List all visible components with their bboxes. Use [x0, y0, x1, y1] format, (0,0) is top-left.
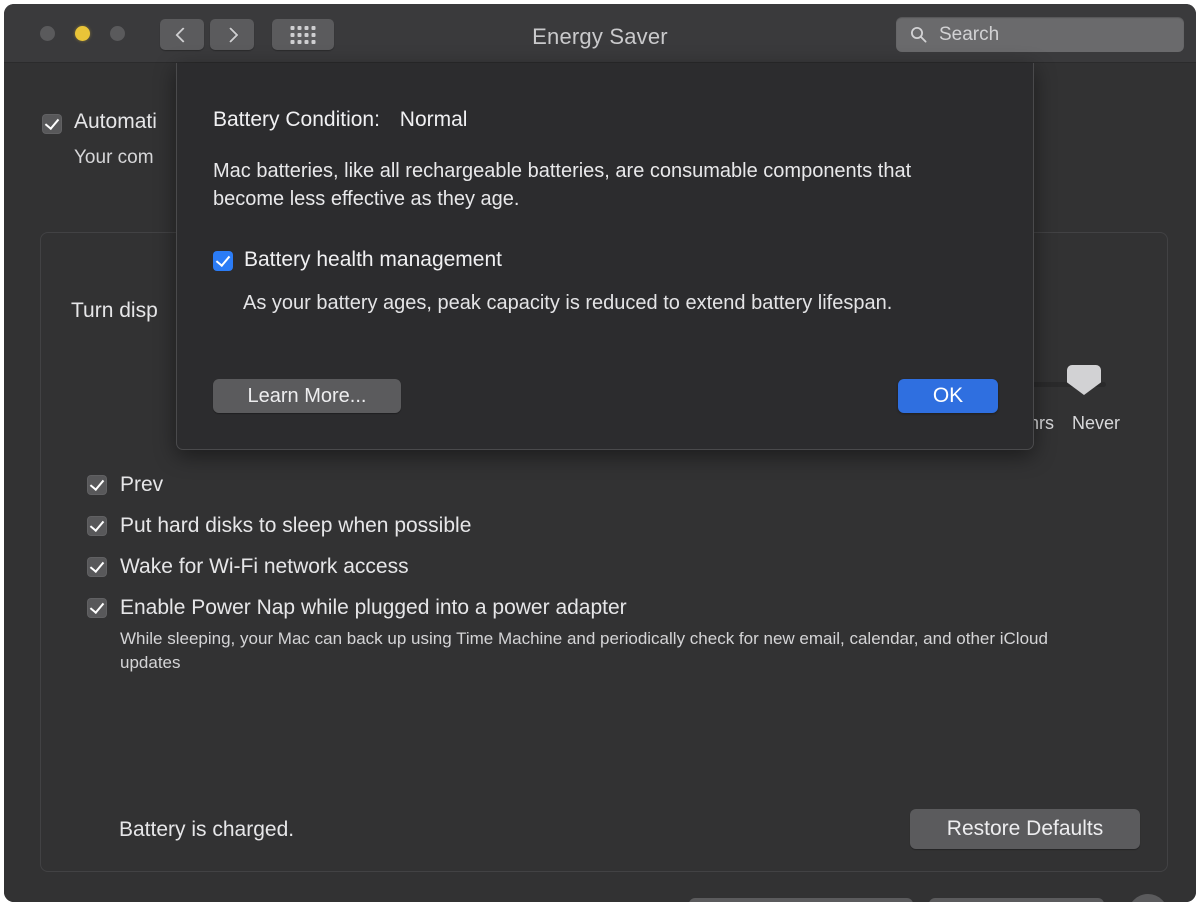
battery-status-text: Battery is charged. — [119, 818, 294, 842]
ok-button[interactable]: OK — [898, 379, 998, 413]
option-label: Enable Power Nap while plugged into a po… — [120, 596, 627, 620]
slider-tick-never: Never — [1072, 413, 1120, 434]
schedule-button[interactable]: Schedule... — [929, 898, 1104, 902]
power-nap-checkbox[interactable] — [87, 598, 107, 618]
show-battery-status-label: Show battery status in menu bar — [72, 901, 373, 902]
battery-condition-label: Battery Condition: — [213, 108, 380, 131]
wake-for-wifi-checkbox[interactable] — [87, 557, 107, 577]
battery-condition-row: Battery Condition: Normal — [213, 108, 467, 132]
checkmark-icon — [216, 252, 230, 267]
power-nap-description: While sleeping, your Mac can back up usi… — [120, 627, 1080, 675]
checkmark-icon — [90, 517, 104, 532]
search-input[interactable]: Search — [896, 17, 1184, 52]
checkmark-icon — [45, 115, 59, 130]
battery-health-management-description: As your battery ages, peak capacity is r… — [243, 289, 903, 317]
search-icon — [910, 26, 927, 43]
battery-condition-value: Normal — [400, 108, 468, 131]
checkmark-icon — [90, 558, 104, 573]
display-sleep-slider-thumb[interactable] — [1067, 365, 1101, 395]
battery-health-management-label: Battery health management — [244, 248, 502, 272]
hard-disk-sleep-checkbox[interactable] — [87, 516, 107, 536]
checkmark-icon — [90, 599, 104, 614]
battery-health-sheet: Battery Condition: Normal Mac batteries,… — [176, 63, 1034, 450]
battery-health-management-checkbox[interactable] — [213, 251, 233, 271]
automatic-graphics-switching-label: Automati — [74, 110, 157, 134]
battery-health-button[interactable]: Battery Health... — [689, 898, 913, 902]
sheet-description-text: Mac batteries, like all rechargeable bat… — [213, 157, 913, 213]
turn-display-off-label: Turn disp — [71, 299, 158, 323]
restore-defaults-button[interactable]: Restore Defaults — [910, 809, 1140, 849]
automatic-graphics-switching-checkbox[interactable] — [42, 114, 62, 134]
learn-more-button[interactable]: Learn More... — [213, 379, 401, 413]
checkmark-icon — [90, 476, 104, 491]
automatic-graphics-switching-sublabel: Your com — [74, 147, 154, 169]
option-label: Wake for Wi-Fi network access — [120, 555, 409, 579]
option-label: Prev — [120, 473, 163, 497]
option-label: Put hard disks to sleep when possible — [120, 514, 471, 538]
prevent-sleep-checkbox[interactable] — [87, 475, 107, 495]
search-placeholder: Search — [939, 24, 999, 46]
window-toolbar: Energy Saver Search — [4, 4, 1196, 63]
help-button[interactable]: ? — [1128, 894, 1168, 902]
energy-saver-window: Energy Saver Search Automati Your com Tu… — [4, 4, 1196, 902]
